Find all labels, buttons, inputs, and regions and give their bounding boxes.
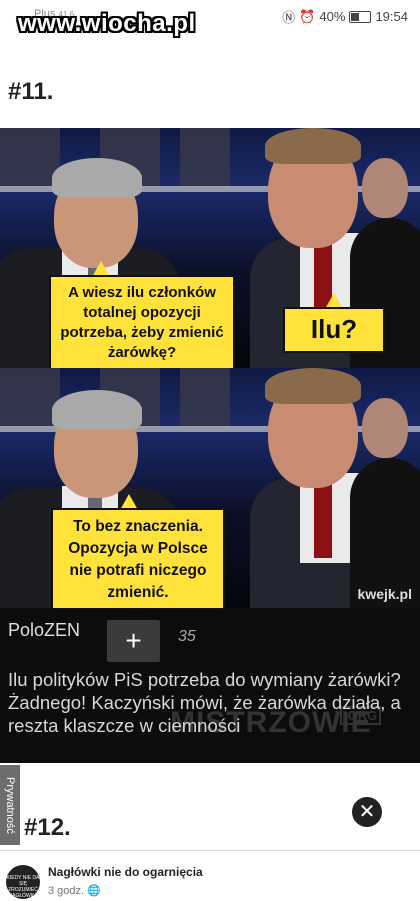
embedded-post-header: KIEDY NIE DA SIĘ ZROZUMIEĆ NAGŁÓWKA Nagł… <box>0 850 420 901</box>
speech-bubble-answer: To bez znaczenia. Opozycja w Polsce nie … <box>51 508 225 608</box>
close-ad-button[interactable]: ✕ <box>352 797 382 827</box>
post-time: 3 godz. 🌐 <box>48 884 101 897</box>
meme-panel-bottom: To bez znaczenia. Opozycja w Polsce nie … <box>0 368 420 608</box>
clock: 19:54 <box>375 9 408 24</box>
nfc-icon: Ⓝ <box>282 10 296 25</box>
page-avatar[interactable]: KIEDY NIE DA SIĘ ZROZUMIEĆ NAGŁÓWKA <box>6 865 40 899</box>
comment-line-answer: Żadnego! Kaczyński mówi, że żarówka dzia… <box>8 692 401 736</box>
avatar-text: KIEDY NIE DA SIĘ ZROZUMIEĆ NAGŁÓWKA <box>6 875 40 899</box>
globe-icon: 🌐 <box>87 885 101 897</box>
post-heading-12: #12. <box>24 814 71 841</box>
meme-panel-top: A wiesz ilu członków totalnej opozycji p… <box>0 128 420 368</box>
site-watermark: www.wiocha.pl <box>18 10 196 37</box>
comment-score: 35 <box>178 628 196 645</box>
alarm-icon: ⏰ <box>299 8 316 24</box>
status-right: Ⓝ ⏰ 40% 19:54 <box>282 7 408 26</box>
speech-bubble-ilu: Ilu? <box>283 307 385 353</box>
upvote-button[interactable]: + <box>107 620 160 662</box>
post-time-text: 3 godz. <box>48 885 85 897</box>
battery-icon <box>349 10 372 23</box>
comment-block: PoloZEN + 35 MISTRZOWIE .ORG Ilu polityk… <box>0 608 420 763</box>
page-name-link[interactable]: Nagłówki nie do ogarnięcia <box>48 865 203 879</box>
privacy-tab[interactable]: Prywatność <box>0 765 20 845</box>
post-heading: #11. <box>8 78 54 105</box>
comment-text: Ilu polityków PiS potrzeba do wymiany ża… <box>8 668 403 737</box>
speech-bubble-question: A wiesz ilu członków totalnej opozycji p… <box>49 275 235 368</box>
kwejk-watermark: kwejk.pl <box>357 586 412 602</box>
comment-line-question: Ilu polityków PiS potrzeba do wymiany ża… <box>8 669 401 690</box>
battery-percent: 40% <box>319 9 346 24</box>
comment-username[interactable]: PoloZEN <box>8 620 80 641</box>
